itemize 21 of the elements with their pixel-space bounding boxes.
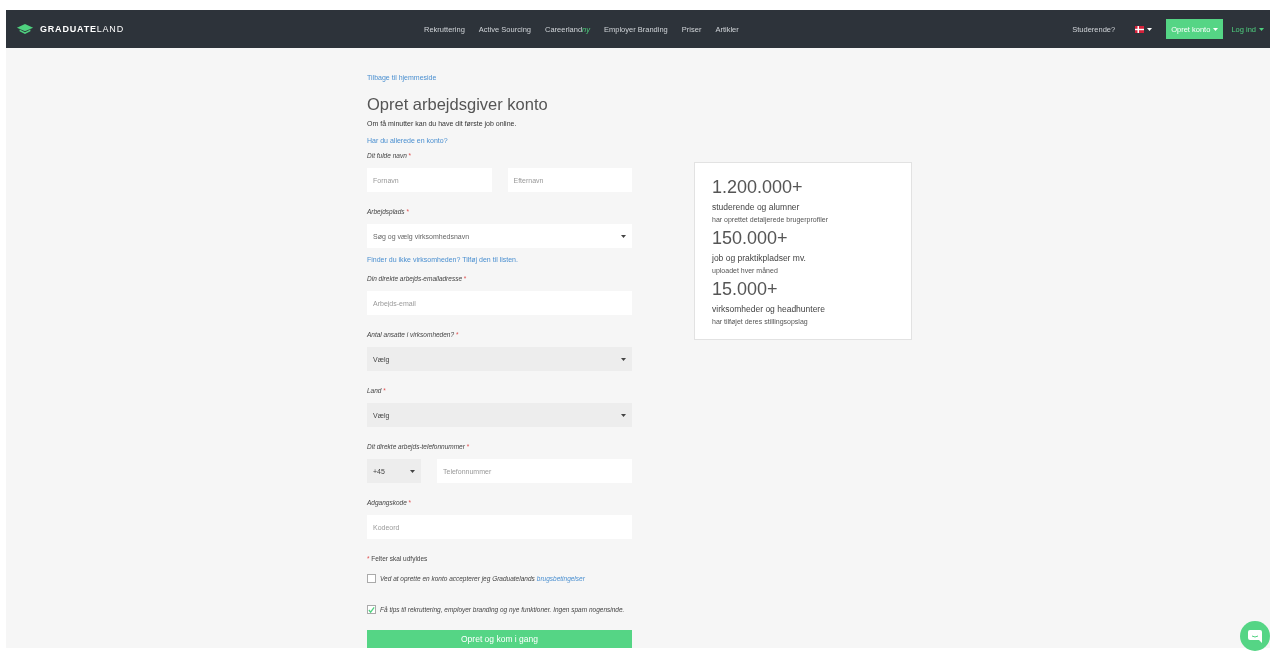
language-dropdown[interactable] <box>1135 25 1153 33</box>
stat-number: 1.200.000+ <box>712 177 804 198</box>
checkbox[interactable] <box>367 574 376 583</box>
caret-icon <box>1213 27 1219 31</box>
stat-number: 150.000+ <box>712 228 789 249</box>
caret-icon <box>1147 27 1153 31</box>
caret-icon <box>621 413 626 417</box>
caret-icon <box>1259 27 1264 31</box>
logo-icon[interactable] <box>16 23 34 35</box>
page-title: Opret arbejdsgiver konto <box>367 95 549 114</box>
stat-title: job og praktikpladser mv. <box>712 253 807 263</box>
chat-icon <box>1248 629 1262 643</box>
flag-icon <box>1135 25 1145 33</box>
caret-icon <box>621 234 626 238</box>
caret-icon <box>621 357 626 361</box>
caret-icon <box>410 469 415 473</box>
brand-name[interactable]: GRADUATELAND <box>40 24 124 34</box>
stat-title: studerende og alumner <box>712 202 801 212</box>
stat-title: virksomheder og headhuntere <box>712 304 826 314</box>
checkbox[interactable] <box>367 605 376 614</box>
stat-number: 15.000+ <box>712 279 779 300</box>
